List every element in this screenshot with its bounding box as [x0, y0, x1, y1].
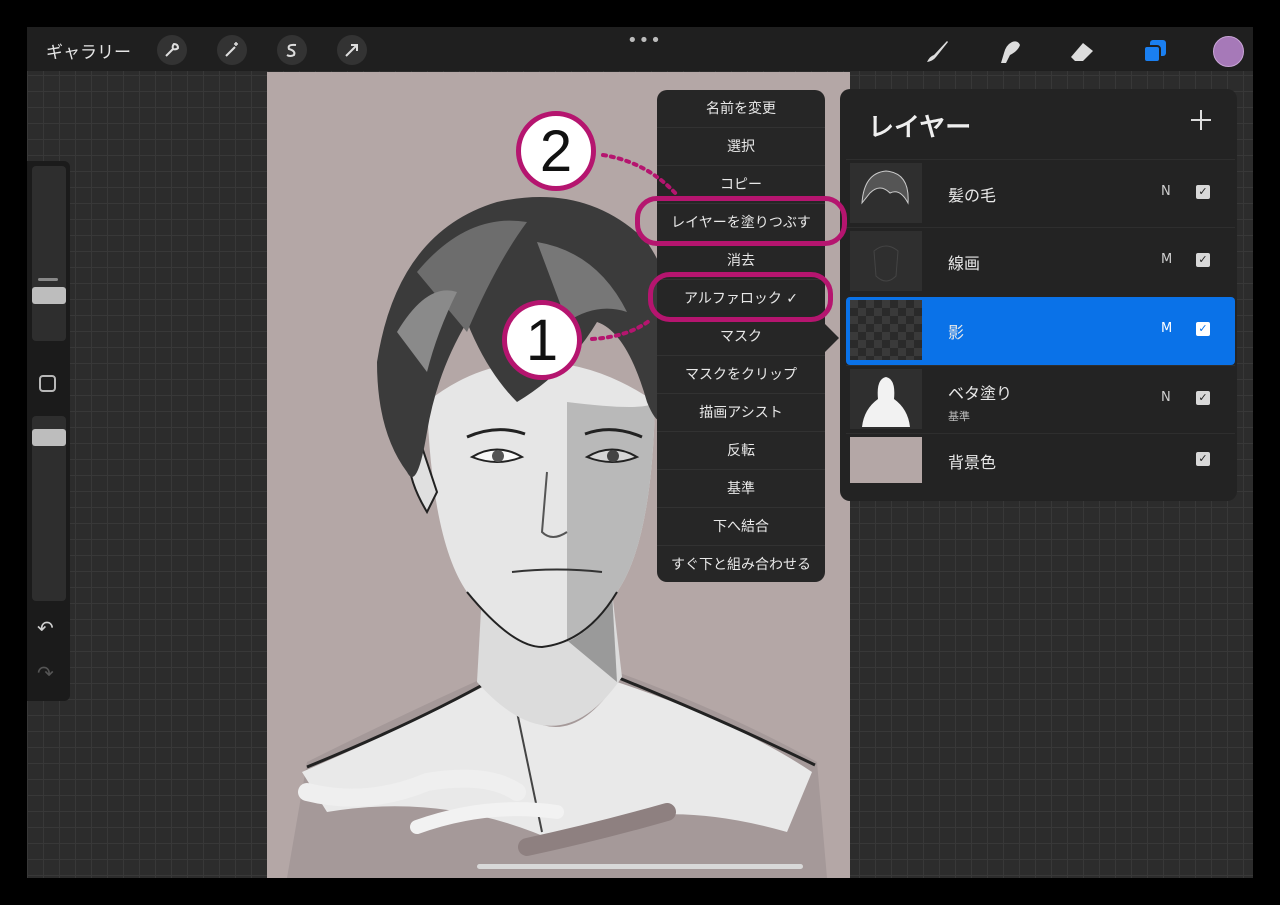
- brush-size-knob[interactable]: [32, 287, 66, 304]
- visibility-checkbox[interactable]: ✓: [1196, 322, 1210, 336]
- layer-thumbnail: [850, 437, 922, 483]
- eyedropper-square-button[interactable]: [39, 375, 56, 392]
- menu-item-mask[interactable]: マスク: [657, 318, 825, 356]
- highlight-alpha-lock: [648, 272, 833, 322]
- add-layer-button[interactable]: [1188, 107, 1214, 133]
- layer-thumbnail: [850, 163, 922, 223]
- layer-row-background[interactable]: 背景色 ✓: [846, 433, 1235, 489]
- layer-name: 背景色: [948, 453, 997, 472]
- undo-icon[interactable]: ↶: [37, 616, 54, 640]
- arrow-transform-icon[interactable]: [337, 35, 367, 65]
- opacity-knob[interactable]: [32, 429, 66, 446]
- visibility-checkbox[interactable]: ✓: [1196, 185, 1210, 199]
- visibility-checkbox[interactable]: ✓: [1196, 391, 1210, 405]
- visibility-checkbox[interactable]: ✓: [1196, 452, 1210, 466]
- home-indicator[interactable]: [477, 864, 803, 869]
- blend-mode-button[interactable]: M: [1161, 252, 1172, 267]
- brush-size-slider[interactable]: [32, 166, 66, 341]
- layer-row-shadow[interactable]: 影 M ✓: [846, 297, 1235, 365]
- brush-icon[interactable]: [920, 34, 954, 68]
- wrench-icon[interactable]: [157, 35, 187, 65]
- layer-reference-label: 基準: [948, 410, 970, 423]
- left-sidebar: ↶ ↷: [27, 161, 70, 701]
- menu-item-invert[interactable]: 反転: [657, 432, 825, 470]
- menu-pointer-arrow: [825, 324, 839, 352]
- layer-thumbnail: [850, 231, 922, 291]
- step-badge-2: 2: [516, 111, 596, 191]
- layer-name: 線画: [948, 254, 981, 273]
- layer-name: 影: [948, 323, 965, 342]
- blend-mode-button[interactable]: N: [1161, 390, 1171, 405]
- color-picker-button[interactable]: [1213, 36, 1244, 67]
- layer-name: 髪の毛: [948, 186, 997, 205]
- menu-item-reference[interactable]: 基準: [657, 470, 825, 508]
- layer-row-flat-color[interactable]: ベタ塗り 基準 N ✓: [846, 365, 1235, 433]
- redo-icon[interactable]: ↷: [37, 661, 54, 685]
- menu-item-rename[interactable]: 名前を変更: [657, 90, 825, 128]
- blend-mode-button[interactable]: N: [1161, 184, 1171, 199]
- layer-row-lineart[interactable]: 線画 M ✓: [846, 227, 1235, 295]
- layer-options-menu: 名前を変更 選択 コピー レイヤーを塗りつぶす 消去 アルファロック ✓ マスク…: [657, 90, 825, 582]
- menu-item-select[interactable]: 選択: [657, 128, 825, 166]
- plus-icon: [1191, 110, 1211, 130]
- layers-panel: レイヤー 髪の毛 N ✓ 線画 M ✓ 影 M ✓ ベタ塗り 基準 N ✓ 背景…: [840, 89, 1237, 501]
- eraser-icon[interactable]: [1065, 34, 1099, 68]
- menu-item-clipping-mask[interactable]: マスクをクリップ: [657, 356, 825, 394]
- selection-s-icon[interactable]: [277, 35, 307, 65]
- layers-panel-title: レイヤー: [868, 113, 972, 143]
- blend-mode-button[interactable]: M: [1161, 321, 1172, 336]
- slider-marker: [38, 278, 58, 281]
- menu-item-drawing-assist[interactable]: 描画アシスト: [657, 394, 825, 432]
- layer-thumbnail: [850, 300, 922, 360]
- procreate-screen: ギャラリー ••• ↶ ↷ 名前を変更 選択 コピー レイヤーを塗りつぶす 消去…: [27, 27, 1253, 878]
- menu-item-combine-down[interactable]: すぐ下と組み合わせる: [657, 546, 825, 582]
- visibility-checkbox[interactable]: ✓: [1196, 253, 1210, 267]
- magic-wand-icon[interactable]: [217, 35, 247, 65]
- layer-name: ベタ塗り: [948, 384, 1013, 403]
- more-options-icon[interactable]: •••: [627, 30, 662, 51]
- menu-item-merge-down[interactable]: 下へ結合: [657, 508, 825, 546]
- layer-thumbnail: [850, 369, 922, 429]
- layer-row-hair[interactable]: 髪の毛 N ✓: [846, 159, 1235, 227]
- layers-icon[interactable]: [1138, 34, 1172, 68]
- top-toolbar: ギャラリー •••: [27, 27, 1253, 71]
- smudge-icon[interactable]: [993, 34, 1027, 68]
- highlight-fill-layer: [635, 196, 847, 246]
- gallery-button[interactable]: ギャラリー: [46, 38, 131, 63]
- step-badge-1: 1: [502, 300, 582, 380]
